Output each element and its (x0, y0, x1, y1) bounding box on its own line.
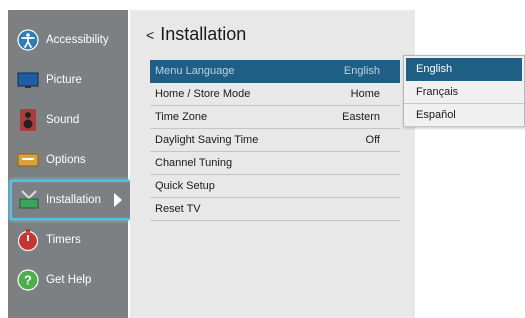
sidebar-item-label: Get Help (46, 274, 92, 286)
row-value: English (343, 65, 380, 77)
picture-icon (16, 68, 40, 92)
sidebar: Accessibility Picture Sound Options Inst… (8, 10, 134, 318)
help-icon: ? (16, 268, 40, 292)
sidebar-item-accessibility[interactable]: Accessibility (8, 22, 128, 58)
dropdown-option-francais[interactable]: Français (404, 81, 524, 104)
options-icon (16, 148, 40, 172)
sidebar-item-label: Accessibility (46, 34, 109, 46)
row-label: Channel Tuning (155, 157, 233, 169)
sidebar-item-options[interactable]: Options (8, 142, 128, 178)
back-button[interactable]: < (146, 27, 154, 43)
dropdown-option-english[interactable]: English (406, 58, 522, 81)
antenna-icon (17, 187, 41, 211)
accessibility-icon (16, 28, 40, 52)
settings-row-daylight-saving-time[interactable]: Daylight Saving Time Off (150, 129, 400, 152)
row-value: Eastern (342, 111, 380, 123)
settings-row-home-store-mode[interactable]: Home / Store Mode Home (150, 83, 400, 106)
settings-row-reset-tv[interactable]: Reset TV (150, 198, 400, 221)
sidebar-item-label: Sound (46, 114, 80, 126)
row-value: Home (350, 88, 380, 100)
chevron-right-icon (114, 193, 122, 207)
row-label: Quick Setup (155, 180, 215, 192)
timer-icon (16, 228, 40, 252)
row-label: Daylight Saving Time (155, 134, 259, 146)
svg-text:?: ? (24, 273, 32, 288)
row-value: Off (365, 134, 380, 146)
row-label: Time Zone (155, 111, 208, 123)
row-label: Reset TV (155, 203, 201, 215)
settings-row-time-zone[interactable]: Time Zone Eastern (150, 106, 400, 129)
row-label: Home / Store Mode (155, 88, 251, 100)
language-dropdown: English Français Español (403, 55, 525, 127)
sidebar-item-label: Picture (46, 74, 82, 86)
dropdown-option-espanol[interactable]: Español (404, 104, 524, 127)
settings-list: Menu Language English Home / Store Mode … (150, 60, 400, 221)
sidebar-item-label: Installation (46, 194, 101, 206)
sidebar-item-label: Options (46, 154, 86, 166)
sidebar-item-timers[interactable]: Timers (8, 222, 128, 258)
page-title-text: Installation (160, 24, 247, 44)
sidebar-item-get-help[interactable]: ? Get Help (8, 262, 128, 298)
settings-row-menu-language[interactable]: Menu Language English (150, 60, 400, 83)
sidebar-item-label: Timers (46, 234, 81, 246)
row-label: Menu Language (155, 65, 235, 77)
settings-panel: < Installation Menu Language English Home… (130, 10, 415, 318)
settings-row-channel-tuning[interactable]: Channel Tuning (150, 152, 400, 175)
speaker-icon (16, 108, 40, 132)
sidebar-item-picture[interactable]: Picture (8, 62, 128, 98)
sidebar-item-sound[interactable]: Sound (8, 102, 128, 138)
page-title: < Installation (146, 24, 246, 45)
settings-row-quick-setup[interactable]: Quick Setup (150, 175, 400, 198)
sidebar-item-installation[interactable]: Installation (10, 180, 134, 220)
